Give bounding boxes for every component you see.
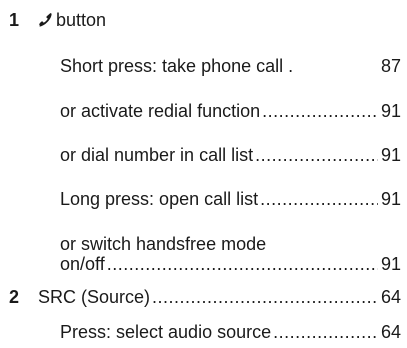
entry-number: 1	[9, 10, 20, 30]
index-line: or dial number in call list 91	[60, 145, 401, 165]
page-number: 64	[380, 287, 401, 307]
index-line-text: or switch handsfree mode	[60, 234, 267, 254]
headline-text: SRC (Source)	[38, 287, 151, 307]
index-line-text: or activate redial function	[60, 101, 261, 121]
dot-leader	[262, 101, 378, 121]
index-line: or activate redial function 91	[60, 101, 401, 121]
index-line: Short press: take phone call . 87	[60, 56, 401, 76]
dot-leader	[273, 322, 378, 342]
index-line-text: Short press: take phone call .	[60, 56, 294, 76]
entry-headline: button	[38, 10, 106, 30]
page-number: 91	[380, 101, 401, 121]
dot-leader	[107, 254, 378, 274]
page-number: 91	[380, 254, 401, 274]
dot-leader	[255, 145, 378, 165]
index-line-text: or dial number in call list	[60, 145, 254, 165]
page-number: 91	[380, 189, 401, 209]
entry-headline: SRC (Source) 64	[38, 287, 401, 307]
dot-leader	[152, 287, 378, 307]
index-line: Press: select audio source 64	[60, 322, 401, 342]
page-number: 64	[380, 322, 401, 342]
phone-handset-icon	[39, 13, 52, 27]
headline-text: button	[56, 10, 107, 30]
page-number: 87	[380, 56, 401, 76]
index-line-two-row: or switch handsfree mode on/off 91	[60, 234, 401, 274]
entry-number: 2	[9, 287, 20, 307]
page-number: 91	[380, 145, 401, 165]
index-line-text-continued: on/off	[60, 254, 105, 274]
dot-leader	[260, 189, 378, 209]
index-line-text: Long press: open call list	[60, 189, 259, 209]
index-line-text: Press: select audio source	[60, 322, 272, 342]
index-line: Long press: open call list 91	[60, 189, 401, 209]
